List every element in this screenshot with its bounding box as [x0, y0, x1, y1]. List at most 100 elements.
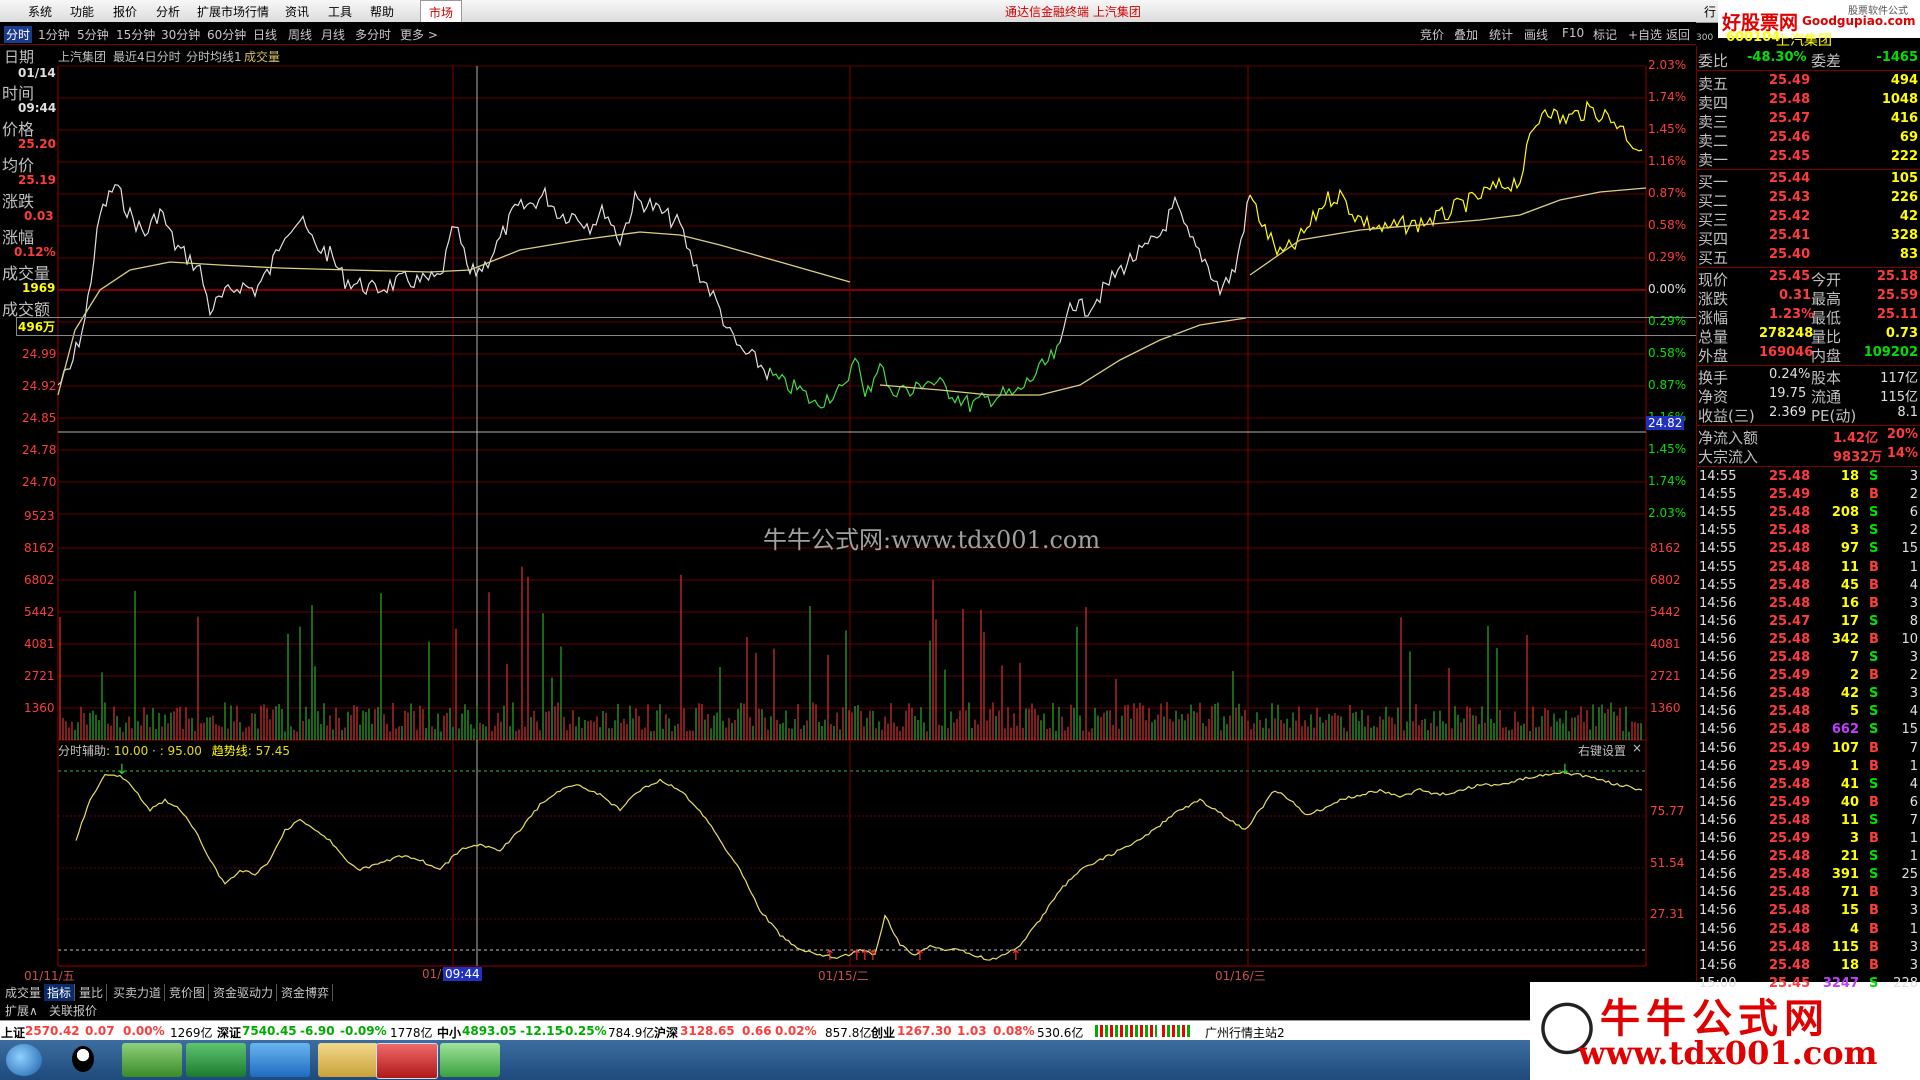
- tab-buy-sell-force[interactable]: 买卖力道: [110, 984, 166, 1001]
- y-label-vol: 4081: [24, 637, 55, 651]
- bid-row[interactable]: 买三 25.42 42: [1697, 209, 1920, 229]
- bid-row[interactable]: 买五 25.40 83: [1697, 247, 1920, 267]
- period-tab-month[interactable]: 月线: [321, 26, 345, 43]
- flow-percent: 14%: [1886, 446, 1918, 461]
- app-icon[interactable]: [186, 1043, 246, 1077]
- tick-time: 14:56: [1699, 794, 1737, 810]
- tick-row: 14:56 25.48 21 S 1: [1697, 849, 1920, 867]
- flow-label: 净流入额: [1698, 429, 1759, 447]
- tick-count: 3: [1909, 885, 1918, 901]
- ask-row[interactable]: 卖二 25.46 69: [1697, 130, 1920, 150]
- ask-volume: 1048: [1881, 92, 1918, 107]
- date-label: 01/16/三: [1215, 969, 1266, 983]
- status-server[interactable]: 广州行情主站2: [1205, 1024, 1285, 1041]
- period-tab-15min[interactable]: 15分钟: [116, 26, 155, 43]
- tick-side: B: [1869, 903, 1879, 919]
- close-icon[interactable]: ×: [1632, 741, 1642, 755]
- period-tab-day[interactable]: 日线: [253, 26, 277, 43]
- tab-related-quote[interactable]: 关联报价: [46, 1002, 100, 1019]
- period-tab-more[interactable]: 更多 >: [400, 26, 438, 43]
- menu-item-news[interactable]: 资讯: [285, 3, 309, 20]
- quote-prefix: 300: [1696, 33, 1714, 43]
- tab-fund-drive[interactable]: 资金驱动力: [210, 984, 278, 1001]
- menu-item-ext-market[interactable]: 扩展市场行情: [197, 3, 269, 20]
- browser-icon[interactable]: [122, 1043, 182, 1077]
- tdx-app-icon[interactable]: [376, 1043, 438, 1079]
- stat-label: 股本: [1811, 369, 1842, 387]
- bid-volume: 83: [1899, 247, 1918, 262]
- tick-volume: 3: [1849, 523, 1859, 539]
- ask-label: 卖五: [1698, 75, 1729, 93]
- toolbar-f10[interactable]: F10: [1562, 26, 1584, 40]
- tab-volume[interactable]: 成交量: [2, 984, 46, 1001]
- ask-row[interactable]: 卖三 25.47 416: [1697, 111, 1920, 131]
- info-avg: 25.19: [18, 173, 56, 187]
- buy-signal-arrow: ↑: [914, 948, 926, 964]
- period-tab-60min[interactable]: 60分钟: [207, 26, 246, 43]
- tick-time: 14:55: [1699, 523, 1737, 539]
- bid-label: 买三: [1698, 211, 1729, 229]
- bid-row[interactable]: 买一 25.44 105: [1697, 171, 1920, 191]
- ask-row[interactable]: 卖五 25.49 494: [1697, 73, 1920, 93]
- tick-time: 14:56: [1699, 939, 1737, 955]
- toolbar-overlay[interactable]: 叠加: [1454, 26, 1478, 43]
- bid-label: 买四: [1698, 230, 1729, 248]
- tick-row: 14:56 25.48 342 B 10: [1697, 632, 1920, 650]
- tick-row: 14:56 25.48 71 B 3: [1697, 885, 1920, 903]
- indicator-line-name: 趋势线: [211, 744, 248, 758]
- date-tab[interactable]: 日期: [4, 46, 34, 67]
- info-pct: 0.12%: [14, 245, 56, 259]
- tick-row: 14:55 25.48 45 B 4: [1697, 578, 1920, 596]
- ask-price: 25.47: [1769, 111, 1811, 126]
- status-sh-amt: 1269亿: [170, 1026, 213, 1040]
- bid-row[interactable]: 买四 25.41 328: [1697, 228, 1920, 248]
- period-tab-week[interactable]: 周线: [288, 26, 312, 43]
- period-tab-30min[interactable]: 30分钟: [161, 26, 200, 43]
- tick-side: S: [1869, 613, 1879, 629]
- menu-item-system[interactable]: 系统: [28, 3, 52, 20]
- tab-indicator[interactable]: 指标: [44, 984, 76, 1001]
- tick-price: 25.48: [1769, 921, 1811, 937]
- stat-label: 最高: [1811, 290, 1842, 308]
- bid-label: 买五: [1698, 249, 1729, 267]
- qq-icon[interactable]: [72, 1046, 94, 1072]
- toolbar-back[interactable]: 返回: [1666, 26, 1690, 43]
- stat-label: 外盘: [1698, 347, 1729, 365]
- menu-item-analysis[interactable]: 分析: [156, 3, 180, 20]
- stat2-row: 收益(三) 2.369 PE(动) 8.1: [1697, 405, 1920, 425]
- tab-extend[interactable]: 扩展∧: [2, 1002, 41, 1019]
- menu-item-tools[interactable]: 工具: [328, 3, 352, 20]
- right-click-settings[interactable]: 右键设置: [1578, 742, 1626, 759]
- bird-icon[interactable]: [250, 1043, 310, 1077]
- period-tab-multi[interactable]: 多分时: [355, 26, 391, 43]
- app-title: 通达信金融终端 上汽集团: [1005, 5, 1141, 19]
- menu-item-help[interactable]: 帮助: [370, 3, 394, 20]
- ask-row[interactable]: 卖四 25.48 1048: [1697, 92, 1920, 112]
- ask-row[interactable]: 卖一 25.45 222: [1697, 149, 1920, 169]
- quote-code: 600104: [1726, 30, 1781, 45]
- tab-volume-ratio[interactable]: 量比: [76, 984, 108, 1001]
- toolbar-draw[interactable]: 画线: [1524, 26, 1548, 43]
- toolbar-bid-auction[interactable]: 竞价: [1420, 26, 1444, 43]
- folder-icon[interactable]: [318, 1043, 378, 1077]
- start-button-icon[interactable]: [6, 1044, 42, 1076]
- tab-fund-game[interactable]: 资金博弈: [278, 984, 334, 1001]
- tick-time: 14:55: [1699, 559, 1737, 575]
- watermark-text: 牛牛公式网:www.tdx001.com: [763, 526, 1101, 554]
- bid-row[interactable]: 买二 25.43 226: [1697, 190, 1920, 210]
- info-date: 01/14: [18, 66, 56, 80]
- tab-auction-chart[interactable]: 竞价图: [166, 984, 210, 1001]
- stat-label: 涨幅: [1698, 309, 1729, 327]
- wechat-icon[interactable]: [440, 1043, 500, 1077]
- period-tab-1min[interactable]: 1分钟: [38, 26, 70, 43]
- menu-item-quote[interactable]: 报价: [113, 3, 137, 20]
- period-tab-5min[interactable]: 5分钟: [77, 26, 109, 43]
- toolbar-stats[interactable]: 统计: [1489, 26, 1513, 43]
- status-cy-label: 创业: [871, 1026, 896, 1040]
- menu-item-function[interactable]: 功能: [70, 3, 94, 20]
- toolbar-mark[interactable]: 标记: [1593, 26, 1617, 43]
- tick-row: 14:56 25.48 16 B 3: [1697, 596, 1920, 614]
- period-tab-fenshi[interactable]: 分时: [4, 26, 33, 43]
- toolbar-add-watchlist[interactable]: +自选: [1628, 26, 1662, 43]
- indicator-title: 分时辅助: [58, 744, 107, 758]
